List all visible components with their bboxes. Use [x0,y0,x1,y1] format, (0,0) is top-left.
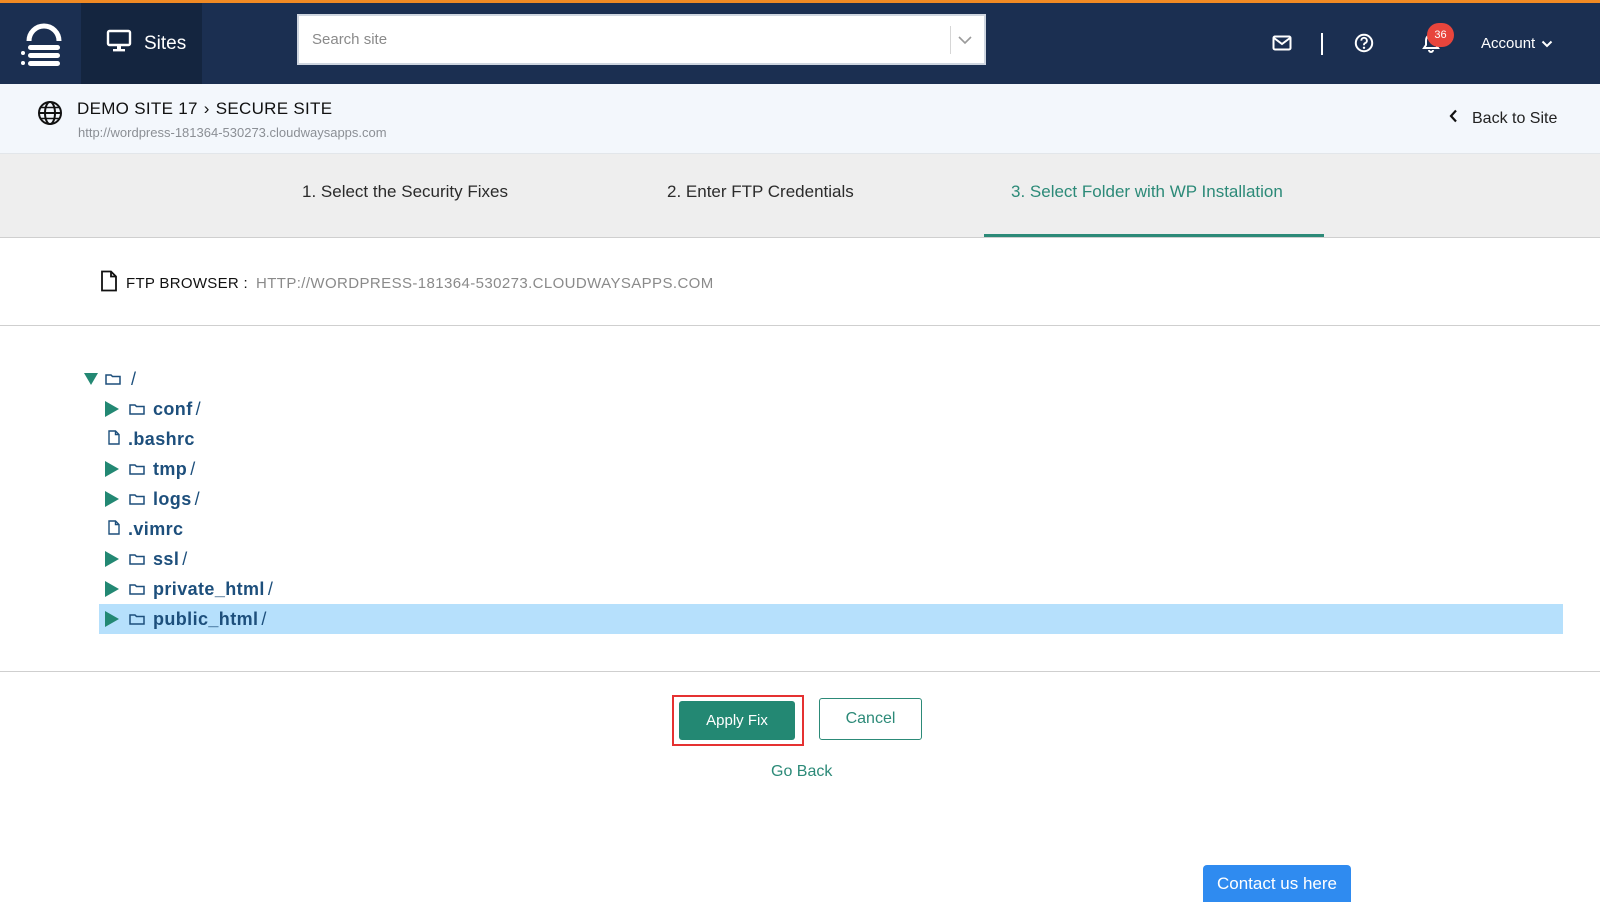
sites-label: Sites [144,32,187,54]
account-label: Account [1481,35,1536,52]
breadcrumb: DEMO SITE 17 › SECURE SITE [77,99,332,119]
triangle-right-icon[interactable] [104,461,120,477]
tree-item-suffix: / [194,488,200,509]
chevron-left-icon [1449,109,1458,128]
triangle-right-icon[interactable] [104,581,120,597]
tree-item-name[interactable]: .bashrc [128,429,195,450]
triangle-right-icon[interactable] [104,401,120,417]
document-icon [100,270,118,296]
file-icon [108,519,120,540]
folder-icon [129,459,145,480]
account-menu[interactable]: Account [1481,35,1553,52]
toolbar-divider [1321,33,1323,55]
wizard-steps: 1. Select the Security Fixes 2. Enter FT… [0,154,1600,238]
back-to-site-label: Back to Site [1472,109,1558,127]
tree-item-suffix: / [182,548,188,569]
tree-item-name[interactable]: logs [153,489,192,510]
tree-item-name[interactable]: .vimrc [128,519,183,540]
tree-item-suffix: / [190,458,196,479]
tree-item-suffix: / [267,578,273,599]
ftp-browser-url: HTTP://WORDPRESS-181364-530273.CLOUDWAYS… [255,274,714,292]
tree-root-name[interactable]: / [131,369,136,390]
breadcrumb-page-name: SECURE SITE [215,99,333,118]
back-to-site-link[interactable]: Back to Site [1449,109,1557,128]
triangle-down-icon[interactable] [83,371,99,387]
chevron-down-icon[interactable] [950,25,978,54]
chevron-down-icon [1541,35,1553,52]
tree-item-name[interactable]: conf [153,399,193,420]
tree-item-folder[interactable]: tmp / [104,454,195,484]
tree-item-folder-selected[interactable]: public_html / [99,604,1563,634]
divider [0,325,1600,326]
cloudways-logo-icon[interactable] [20,17,68,73]
sites-nav-tab[interactable]: Sites [81,3,202,84]
tree-item-file[interactable]: .vimrc [108,514,183,544]
tree-item-name[interactable]: private_html [153,579,265,600]
folder-icon [105,369,121,390]
step-select-security-fixes[interactable]: 1. Select the Security Fixes [302,182,508,202]
contact-us-button[interactable]: Contact us here [1203,865,1351,902]
tree-root[interactable]: / [83,364,136,394]
apply-fix-button[interactable]: Apply Fix [679,701,795,740]
ftp-browser-header: FTP BROWSER : HTTP://WORDPRESS-181364-53… [100,270,714,296]
tree-item-name[interactable]: tmp [153,459,187,480]
file-icon [108,429,120,450]
mail-icon[interactable] [1271,32,1293,54]
tree-item-suffix: / [195,398,201,419]
step-select-folder[interactable]: 3. Select Folder with WP Installation [1011,182,1283,202]
tree-item-folder[interactable]: logs / [104,484,200,514]
active-step-indicator [984,234,1324,237]
ftp-browser-label: FTP BROWSER : [126,274,248,292]
folder-icon [129,489,145,510]
tree-item-name[interactable]: public_html [153,609,258,630]
triangle-right-icon[interactable] [104,611,120,627]
notification-count-badge: 36 [1427,23,1454,47]
go-back-link[interactable]: Go Back [771,763,832,781]
step-enter-ftp-credentials[interactable]: 2. Enter FTP Credentials [667,182,854,202]
globe-icon [37,100,63,126]
breadcrumb-site-name[interactable]: DEMO SITE 17 [77,99,198,119]
folder-icon [129,549,145,570]
folder-icon [129,609,145,630]
folder-icon [129,579,145,600]
divider [0,671,1600,672]
triangle-right-icon[interactable] [104,491,120,507]
monitor-icon [106,29,132,59]
site-url: http://wordpress-181364-530273.cloudways… [78,125,387,140]
tree-item-folder[interactable]: ssl / [104,544,187,574]
tree-item-file[interactable]: .bashrc [108,424,195,454]
tree-item-suffix: / [261,608,267,629]
top-navigation-bar: Sites 36 Account [0,0,1600,84]
tree-item-folder[interactable]: conf / [104,394,201,424]
search-input[interactable] [299,16,950,63]
triangle-right-icon[interactable] [104,551,120,567]
tree-item-name[interactable]: ssl [153,549,179,570]
tree-item-folder[interactable]: private_html / [104,574,273,604]
breadcrumb-separator: › [203,99,210,118]
cancel-button[interactable]: Cancel [819,698,922,740]
folder-icon [129,399,145,420]
site-header: DEMO SITE 17 › SECURE SITE http://wordpr… [0,84,1600,154]
site-search[interactable] [297,14,986,65]
help-icon[interactable] [1353,32,1375,54]
